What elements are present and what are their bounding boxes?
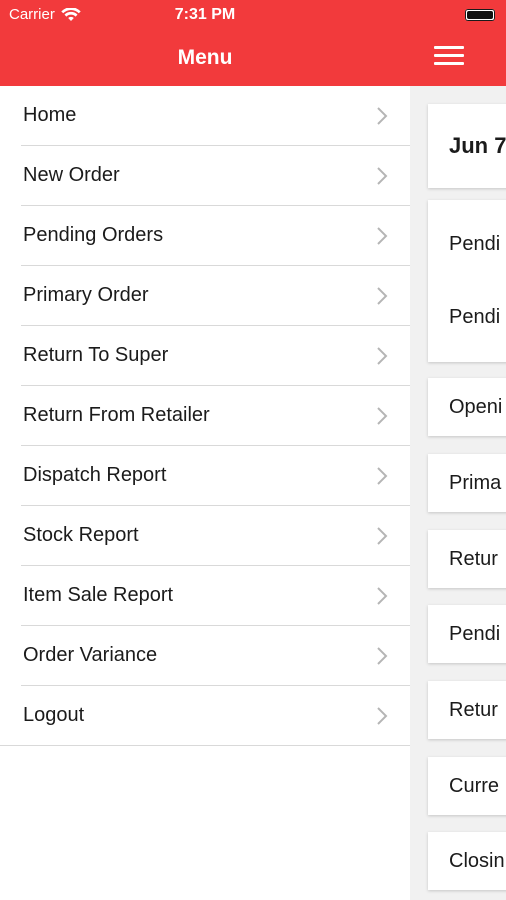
side-menu: Menu Home New Order Pending Orders Prima… xyxy=(0,0,410,900)
menu-item-label: Logout xyxy=(23,704,85,726)
status-time: 7:31 PM xyxy=(174,6,236,23)
summary-card[interactable]: Retur xyxy=(428,681,506,739)
menu-item-new-order[interactable]: New Order xyxy=(21,146,410,206)
menu-item-home[interactable]: Home xyxy=(21,86,410,146)
menu-item-item-sale-report[interactable]: Item Sale Report xyxy=(21,566,410,626)
menu-header: Menu xyxy=(0,30,410,86)
menu-item-label: Stock Report xyxy=(23,524,139,546)
summary-card[interactable]: Openi xyxy=(428,378,506,436)
card-label: Retur xyxy=(449,547,498,570)
chevron-right-icon xyxy=(377,407,388,425)
date-label: Jun 7 xyxy=(449,133,506,158)
status-bar: Carrier 7:31 PM xyxy=(0,0,506,30)
card-label: Openi xyxy=(449,395,503,418)
menu-list: Home New Order Pending Orders Primary Or… xyxy=(0,86,410,746)
menu-item-dispatch-report[interactable]: Dispatch Report xyxy=(21,446,410,506)
card-line: Pendi xyxy=(449,233,501,255)
menu-item-label: Return To Super xyxy=(23,344,169,366)
chevron-right-icon xyxy=(377,167,388,185)
menu-item-label: New Order xyxy=(23,164,120,186)
summary-card[interactable]: Retur xyxy=(428,530,506,588)
menu-item-label: Home xyxy=(23,104,77,126)
card-label: Curre xyxy=(449,774,500,797)
card-label: Closin xyxy=(449,849,505,872)
chevron-right-icon xyxy=(377,647,388,665)
summary-card[interactable]: Prima xyxy=(428,454,506,512)
menu-item-logout[interactable]: Logout xyxy=(0,686,410,746)
menu-item-primary-order[interactable]: Primary Order xyxy=(21,266,410,326)
chevron-right-icon xyxy=(377,287,388,305)
hamburger-menu-icon[interactable] xyxy=(434,46,464,70)
app-screen: Carrier 7:31 PM Menu Home New Order Pend… xyxy=(0,0,506,900)
card-label: Retur xyxy=(449,698,498,721)
pending-summary-card[interactable]: Pendi Pendi xyxy=(428,200,506,362)
chevron-right-icon xyxy=(377,347,388,365)
card-label: Pendi xyxy=(449,622,501,645)
content-panel: Jun 7 Pendi Pendi Openi Prima Retur Pend… xyxy=(410,0,506,900)
chevron-right-icon xyxy=(377,587,388,605)
battery-icon xyxy=(465,9,495,21)
summary-card[interactable]: Curre xyxy=(428,757,506,815)
menu-item-label: Item Sale Report xyxy=(23,584,174,606)
chevron-right-icon xyxy=(377,467,388,485)
date-card: Jun 7 xyxy=(428,104,506,188)
menu-item-return-from-retailer[interactable]: Return From Retailer xyxy=(21,386,410,446)
card-label: Prima xyxy=(449,471,502,494)
chevron-right-icon xyxy=(377,707,388,725)
menu-item-stock-report[interactable]: Stock Report xyxy=(21,506,410,566)
chevron-right-icon xyxy=(377,227,388,245)
menu-item-label: Order Variance xyxy=(23,644,158,666)
menu-item-pending-orders[interactable]: Pending Orders xyxy=(21,206,410,266)
menu-item-label: Pending Orders xyxy=(23,224,164,246)
menu-title: Menu xyxy=(177,46,233,69)
content-header xyxy=(410,30,506,86)
summary-card[interactable]: Closin xyxy=(428,832,506,890)
chevron-right-icon xyxy=(377,527,388,545)
battery-fill xyxy=(467,11,493,19)
card-line: Pendi xyxy=(449,306,501,328)
summary-card[interactable]: Pendi xyxy=(428,605,506,663)
menu-item-return-to-super[interactable]: Return To Super xyxy=(21,326,410,386)
menu-item-order-variance[interactable]: Order Variance xyxy=(21,626,410,686)
chevron-right-icon xyxy=(377,107,388,125)
menu-item-label: Primary Order xyxy=(23,284,149,306)
menu-item-label: Dispatch Report xyxy=(23,464,167,486)
menu-item-label: Return From Retailer xyxy=(23,404,210,426)
